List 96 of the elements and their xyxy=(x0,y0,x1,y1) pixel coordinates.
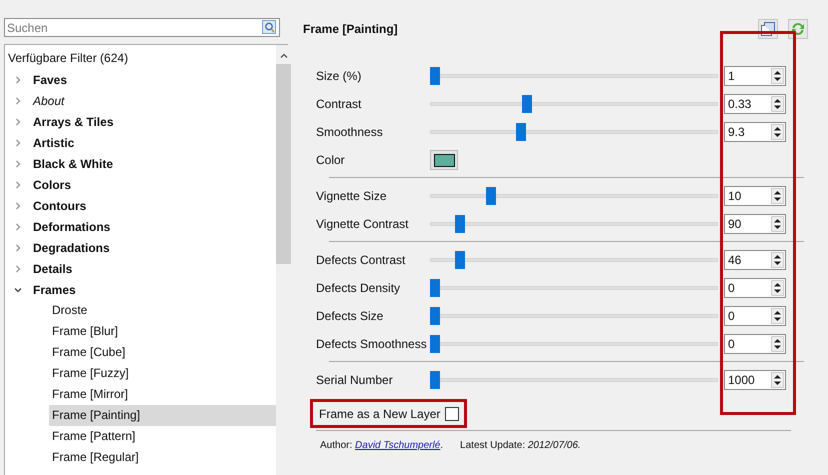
spin-arrows-icon[interactable] xyxy=(771,308,784,324)
chevron-right-icon[interactable] xyxy=(14,264,22,272)
number-field[interactable]: 10 xyxy=(724,186,786,206)
tree-item[interactable]: Frames xyxy=(33,280,76,298)
refresh-button[interactable] xyxy=(788,19,808,39)
chevron-right-icon[interactable] xyxy=(14,138,22,146)
slider-track[interactable] xyxy=(430,215,718,233)
chevron-right-icon[interactable] xyxy=(14,118,22,126)
slider-thumb[interactable] xyxy=(455,251,466,269)
parameter-label: Defects Size xyxy=(316,309,384,323)
slider-thumb[interactable] xyxy=(430,279,440,297)
slider-thumb[interactable] xyxy=(430,307,440,325)
tree-item[interactable]: Frame [Pattern] xyxy=(49,426,276,447)
chevron-right-icon[interactable] xyxy=(14,244,22,252)
parameter-label: Smoothness xyxy=(316,125,384,139)
number-field[interactable]: 0 xyxy=(724,278,786,298)
tree-root-label: Verfügbare Filter (624) xyxy=(8,50,128,67)
refresh-icon xyxy=(790,21,806,37)
tree-item[interactable]: Deformations xyxy=(33,218,110,236)
parameter-label: Vignette Size xyxy=(316,189,388,203)
search-field[interactable]: Suchen xyxy=(4,18,280,37)
checkbox[interactable] xyxy=(445,406,460,420)
parameter-label: Defects Smoothness xyxy=(316,337,428,351)
tree-item[interactable]: Degradations xyxy=(33,238,110,256)
tree-item[interactable]: Details xyxy=(33,260,72,278)
slider-thumb[interactable] xyxy=(430,67,440,85)
chevron-right-icon[interactable] xyxy=(14,76,22,84)
tree-item[interactable]: Frame [Blur] xyxy=(49,321,276,342)
chevron-right-icon[interactable] xyxy=(14,160,22,168)
spin-arrows-icon[interactable] xyxy=(771,372,784,388)
parameter-label: Vignette Contrast xyxy=(316,217,410,231)
filter-title: Frame [Painting] xyxy=(303,22,398,36)
parameter-label: Serial Number xyxy=(316,373,394,387)
tree-item[interactable]: Frame [Cube] xyxy=(49,342,276,363)
spin-arrows-icon[interactable] xyxy=(771,216,784,232)
chevron-right-icon[interactable] xyxy=(14,202,22,210)
number-field[interactable]: 0.33 xyxy=(724,94,786,114)
spin-arrows-icon[interactable] xyxy=(771,188,784,204)
number-field[interactable]: 1 xyxy=(724,66,786,86)
search-icon[interactable] xyxy=(262,20,276,34)
slider-thumb[interactable] xyxy=(455,215,466,233)
tree-item[interactable]: Frame [Regular] xyxy=(49,447,276,468)
slider-thumb[interactable] xyxy=(430,371,440,389)
color-button[interactable] xyxy=(430,150,458,170)
slider-thumb[interactable] xyxy=(486,187,496,205)
spin-arrows-icon[interactable] xyxy=(771,68,784,84)
slider-track[interactable] xyxy=(430,67,718,85)
number-field[interactable]: 1000 xyxy=(724,370,786,390)
scrollbar[interactable] xyxy=(276,45,291,475)
slider-track[interactable] xyxy=(430,371,718,389)
slider-thumb[interactable] xyxy=(430,335,440,353)
author-link[interactable]: David Tschumperlé xyxy=(355,440,440,451)
tree-item[interactable]: Frame [Mirror] xyxy=(49,384,276,405)
number-field[interactable]: 9.3 xyxy=(724,122,786,142)
tree-item[interactable]: Black & White xyxy=(33,154,114,172)
window-icon xyxy=(761,22,775,36)
spin-arrows-icon[interactable] xyxy=(771,252,784,268)
slider-track[interactable] xyxy=(430,279,718,297)
spin-arrows-icon[interactable] xyxy=(771,280,784,296)
option-label: Frame as a New Layer xyxy=(319,406,440,420)
tree-item[interactable]: Faves xyxy=(33,70,68,88)
number-field[interactable]: 46 xyxy=(724,250,786,270)
slider-track[interactable] xyxy=(430,335,718,353)
parameter-label: Defects Contrast xyxy=(316,253,406,267)
slider-track[interactable] xyxy=(430,187,718,205)
scrollbar-thumb[interactable] xyxy=(276,64,291,264)
slider-thumb[interactable] xyxy=(522,95,532,113)
tree-item[interactable]: Contours xyxy=(33,196,86,214)
tree-item[interactable]: Droste xyxy=(49,300,276,321)
spin-arrows-icon[interactable] xyxy=(771,336,784,352)
chevron-down-icon[interactable] xyxy=(14,286,22,294)
tree-item[interactable]: About xyxy=(33,92,64,110)
parameter-label: Color xyxy=(316,153,346,167)
slider-track[interactable] xyxy=(430,251,718,269)
number-field[interactable]: 0 xyxy=(724,306,786,326)
spin-arrows-icon[interactable] xyxy=(771,96,784,112)
chevron-right-icon[interactable] xyxy=(14,96,22,104)
parameter-label: Defects Density xyxy=(316,281,402,295)
tree-item[interactable]: Frame [Fuzzy] xyxy=(49,363,276,384)
slider-track[interactable] xyxy=(430,95,718,113)
tree-item[interactable]: Arrays & Tiles xyxy=(33,112,114,130)
tree-item[interactable]: Colors xyxy=(33,176,72,194)
number-field[interactable]: 90 xyxy=(724,214,786,234)
slider-track[interactable] xyxy=(430,123,718,141)
number-field[interactable]: 0 xyxy=(724,334,786,354)
author-line: Author: David Tschumperlé. Latest Update: 2012/07/06. xyxy=(320,440,581,451)
slider-thumb[interactable] xyxy=(516,123,526,141)
parameter-label: Size (%) xyxy=(316,69,362,83)
slider-track[interactable] xyxy=(430,307,718,325)
tree-item[interactable]: Artistic xyxy=(33,134,74,152)
chevron-right-icon[interactable] xyxy=(14,222,22,230)
tree-item[interactable]: Frame [Painting] xyxy=(49,405,276,426)
chevron-right-icon[interactable] xyxy=(14,180,22,188)
scroll-up-icon[interactable] xyxy=(280,53,288,58)
parameter-label: Contrast xyxy=(316,97,362,111)
spin-arrows-icon[interactable] xyxy=(771,124,784,140)
